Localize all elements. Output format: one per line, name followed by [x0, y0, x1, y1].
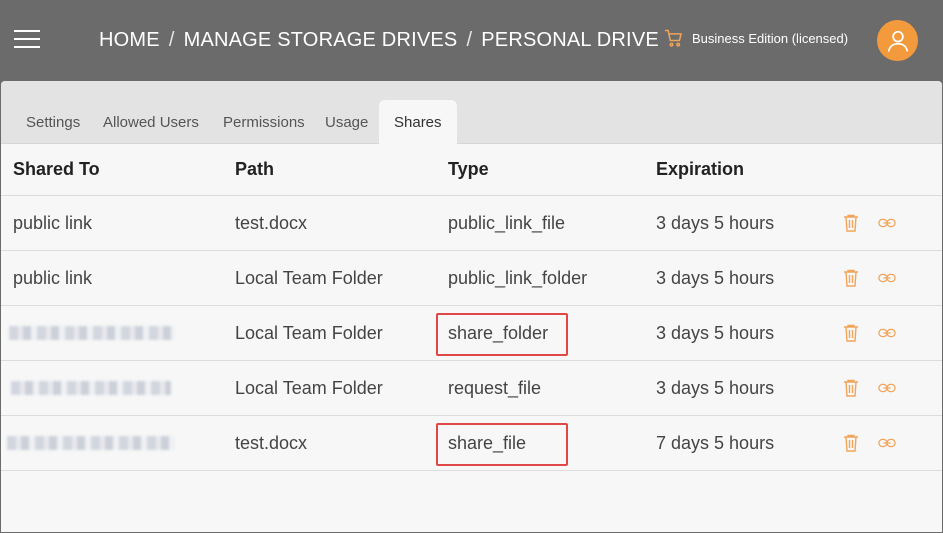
table-row[interactable]: public link Local Team Folder public_lin…: [1, 251, 942, 306]
link-icon[interactable]: [878, 214, 896, 232]
redacted-user: [7, 436, 175, 450]
path-cell: test.docx: [235, 212, 308, 233]
edition-label: Business Edition (licensed): [692, 30, 849, 46]
breadcrumb-home[interactable]: HOME: [99, 29, 160, 52]
table-header: Shared To Path Type Expiration: [1, 144, 942, 196]
expiration-cell: 3 days 5 hours: [656, 322, 775, 343]
link-icon[interactable]: [878, 324, 896, 342]
hamburger-icon[interactable]: [14, 30, 40, 50]
tab-bar: Settings Allowed Users Permissions Usage…: [1, 81, 942, 145]
avatar[interactable]: [877, 20, 918, 61]
highlight-box: [436, 313, 568, 356]
edition-info[interactable]: Business Edition (licensed): [664, 28, 848, 48]
trash-icon[interactable]: [842, 269, 860, 287]
table-row[interactable]: public link test.docx public_link_file 3…: [1, 196, 942, 251]
trash-icon[interactable]: [842, 379, 860, 397]
redacted-user: [9, 326, 175, 340]
column-header-path[interactable]: Path: [235, 144, 274, 195]
trash-icon[interactable]: [842, 434, 860, 452]
expiration-cell: 7 days 5 hours: [656, 432, 775, 453]
expiration-cell: 3 days 5 hours: [656, 377, 775, 398]
cart-icon: [664, 29, 682, 47]
table-row[interactable]: Local Team Folder share_folder 3 days 5 …: [1, 306, 942, 361]
tab-settings[interactable]: Settings: [26, 114, 80, 131]
tab-allowed-users[interactable]: Allowed Users: [103, 114, 199, 131]
breadcrumb: HOME / MANAGE STORAGE DRIVES / PERSONAL …: [99, 29, 659, 52]
row-actions: [842, 416, 896, 470]
shared-to-cell: [11, 361, 171, 415]
row-actions: [842, 361, 896, 415]
tab-shares[interactable]: Shares: [379, 100, 457, 145]
expiration-cell: 3 days 5 hours: [656, 212, 775, 233]
type-cell: request_file: [448, 377, 542, 398]
top-bar: HOME / MANAGE STORAGE DRIVES / PERSONAL …: [0, 0, 943, 81]
trash-icon[interactable]: [842, 214, 860, 232]
link-icon[interactable]: [878, 269, 896, 287]
shared-to-cell: public link: [13, 212, 93, 233]
link-icon[interactable]: [878, 379, 896, 397]
redacted-user: [11, 381, 171, 395]
breadcrumb-separator: /: [168, 29, 175, 51]
path-cell: Local Team Folder: [235, 322, 383, 343]
shared-to-cell: [9, 306, 175, 360]
path-cell: test.docx: [235, 432, 308, 453]
row-actions: [842, 251, 896, 305]
shared-to-cell: public link: [13, 267, 93, 288]
expiration-cell: 3 days 5 hours: [656, 267, 775, 288]
shared-to-cell: [7, 416, 175, 470]
tab-permissions[interactable]: Permissions: [223, 114, 305, 131]
breadcrumb-manage-storage-drives[interactable]: MANAGE STORAGE DRIVES: [184, 29, 458, 52]
tab-usage[interactable]: Usage: [325, 114, 368, 131]
type-cell: public_link_folder: [448, 267, 588, 288]
drive-panel: Settings Allowed Users Permissions Usage…: [1, 81, 942, 532]
breadcrumb-personal-drive: PERSONAL DRIVE: [481, 29, 659, 51]
shares-table: Shared To Path Type Expiration public li…: [1, 144, 942, 471]
type-cell: public_link_file: [448, 212, 566, 233]
user-icon: [887, 30, 908, 52]
column-header-type[interactable]: Type: [448, 144, 489, 195]
column-header-shared-to[interactable]: Shared To: [13, 144, 100, 195]
row-actions: [842, 196, 896, 250]
trash-icon[interactable]: [842, 324, 860, 342]
highlight-box: [436, 423, 568, 466]
column-header-expiration[interactable]: Expiration: [656, 144, 744, 195]
table-row[interactable]: test.docx share_file 7 days 5 hours: [1, 416, 942, 471]
path-cell: Local Team Folder: [235, 267, 383, 288]
breadcrumb-separator: /: [466, 29, 473, 51]
path-cell: Local Team Folder: [235, 377, 383, 398]
link-icon[interactable]: [878, 434, 896, 452]
row-actions: [842, 306, 896, 360]
table-row[interactable]: Local Team Folder request_file 3 days 5 …: [1, 361, 942, 416]
